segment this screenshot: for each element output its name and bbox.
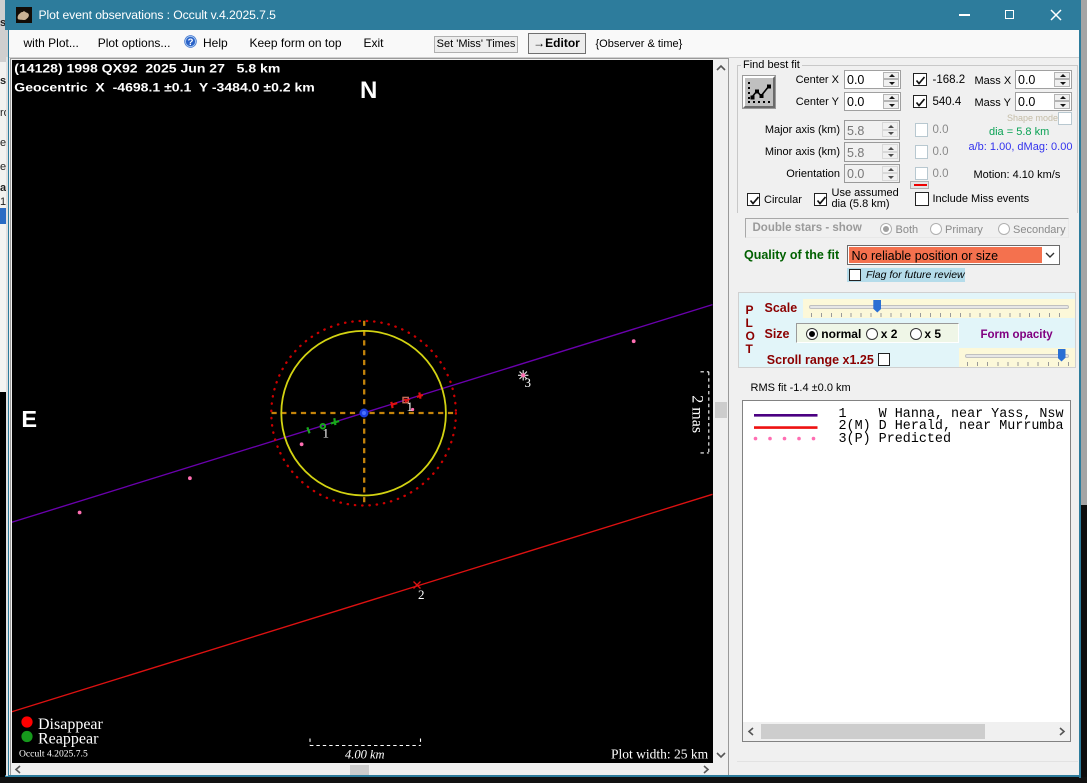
svg-text:1: 1 xyxy=(407,399,414,414)
svg-text:2: 2 xyxy=(418,587,425,602)
svg-text:?: ? xyxy=(188,37,194,48)
svg-text:4.00 km: 4.00 km xyxy=(345,748,385,762)
svg-text:Occult 4.2025.7.5: Occult 4.2025.7.5 xyxy=(19,748,88,759)
svg-text:Plot width: 25 km: Plot width: 25 km xyxy=(611,747,709,762)
svg-text:Geocentric X -4698.1 ±0.1 Y: Geocentric X -4698.1 ±0.1 Y -3484.0 ±0.2… xyxy=(14,80,315,94)
svg-text:(14128) 1998 QX92 2025 Jun 27: (14128) 1998 QX92 2025 Jun 27 5.8 km xyxy=(14,61,280,75)
svg-text:3: 3 xyxy=(525,375,532,390)
svg-text:N: N xyxy=(360,77,377,104)
svg-text:Reappear: Reappear xyxy=(38,731,99,748)
svg-text:2 mas: 2 mas xyxy=(689,395,706,433)
svg-text:1: 1 xyxy=(323,426,330,441)
svg-text:E: E xyxy=(21,406,37,432)
